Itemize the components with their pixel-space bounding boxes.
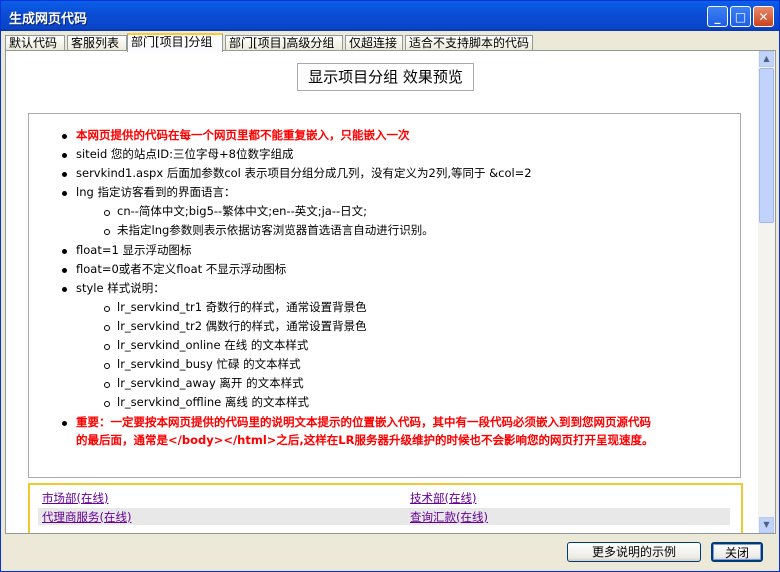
group-link-market[interactable]: 市场部(在线) bbox=[42, 490, 108, 506]
department-group-preview: 市场部(在线) 技术部(在线) 代理商服务(在线) 查询汇款(在线) bbox=[28, 483, 743, 533]
tab-service-list[interactable]: 客服列表 bbox=[67, 35, 127, 51]
bullet-icon bbox=[62, 421, 67, 426]
instruction-subline: lr_servkind_tr1 奇数行的样式，通常设置背景色 bbox=[117, 300, 367, 314]
maximize-button[interactable]: □ bbox=[730, 6, 751, 27]
sub-bullet-icon bbox=[104, 363, 110, 369]
important-line: 重要：一定要按本网页提供的代码里的说明文本提示的位置嵌入代码，其中有一段代码必须… bbox=[76, 415, 651, 429]
group-link-agent-service[interactable]: 代理商服务(在线) bbox=[42, 509, 131, 525]
tab-no-script-code[interactable]: 适合不支持脚本的代码 bbox=[405, 35, 533, 51]
instruction-line: 本网页提供的代码在每一个网页里都不能重复嵌入，只能嵌入一次 bbox=[76, 128, 410, 142]
bullet-icon bbox=[62, 134, 67, 139]
tab-panel: 显示项目分组 效果预览 本网页提供的代码在每一个网页里都不能重复嵌入，只能嵌入一… bbox=[5, 50, 776, 534]
more-examples-button[interactable]: 更多说明的示例 bbox=[567, 542, 701, 562]
instruction-subline: lr_servkind_busy 忙碌 的文本样式 bbox=[117, 357, 301, 371]
maximize-icon: □ bbox=[734, 9, 747, 24]
tab-links-only[interactable]: 仅超连接 bbox=[345, 35, 403, 51]
minimize-button[interactable]: _ bbox=[707, 6, 728, 27]
tab-department-group[interactable]: 部门[项目]分组 bbox=[127, 33, 223, 52]
bullet-icon bbox=[62, 287, 67, 292]
scroll-down-icon[interactable]: ▼ bbox=[759, 517, 774, 533]
instruction-line: lng 指定访客看到的界面语言： bbox=[76, 185, 236, 199]
instruction-subline: lr_servkind_tr2 偶数行的样式，通常设置背景色 bbox=[117, 319, 367, 333]
sub-bullet-icon bbox=[104, 210, 110, 216]
bullet-icon bbox=[62, 172, 67, 177]
bullet-icon bbox=[62, 153, 67, 158]
instruction-subline: lr_servkind_offline 离线 的文本样式 bbox=[117, 395, 309, 409]
vertical-scrollbar[interactable]: ▲ ▼ bbox=[758, 51, 775, 533]
group-link-tech[interactable]: 技术部(在线) bbox=[410, 490, 476, 506]
window-title: 生成网页代码 bbox=[9, 12, 88, 27]
instruction-line: float=1 显示浮动图标 bbox=[76, 243, 192, 257]
minimize-icon: _ bbox=[714, 9, 721, 24]
bullet-icon bbox=[62, 268, 67, 273]
close-window-button[interactable]: ✕ bbox=[753, 6, 774, 27]
dialog-window: 生成网页代码 _ □ ✕ 默认代码 客服列表 部门[项目]分组 部门[项目]高级… bbox=[0, 0, 780, 572]
scroll-up-icon[interactable]: ▲ bbox=[759, 51, 774, 67]
bullet-icon bbox=[62, 191, 67, 196]
tab-default-code[interactable]: 默认代码 bbox=[5, 35, 65, 51]
sub-bullet-icon bbox=[104, 325, 110, 331]
instructions-box: 本网页提供的代码在每一个网页里都不能重复嵌入，只能嵌入一次 siteid 您的站… bbox=[28, 113, 741, 478]
sub-bullet-icon bbox=[104, 401, 110, 407]
preview-content: 显示项目分组 效果预览 本网页提供的代码在每一个网页里都不能重复嵌入，只能嵌入一… bbox=[6, 51, 758, 533]
close-button[interactable]: 关闭 bbox=[711, 542, 763, 562]
sub-bullet-icon bbox=[104, 229, 110, 235]
scroll-thumb[interactable] bbox=[759, 68, 774, 223]
instruction-subline: lr_servkind_online 在线 的文本样式 bbox=[117, 338, 309, 352]
sub-bullet-icon bbox=[104, 306, 110, 312]
preview-title: 显示项目分组 效果预览 bbox=[297, 63, 474, 91]
instruction-line: servkind1.aspx 后面加参数col 表示项目分组分成几列，没有定义为… bbox=[76, 166, 532, 180]
sub-bullet-icon bbox=[104, 382, 110, 388]
instruction-line: float=0或者不定义float 不显示浮动图标 bbox=[76, 262, 287, 276]
close-icon: ✕ bbox=[758, 9, 769, 24]
group-row-even bbox=[38, 508, 730, 525]
instruction-subline: 未指定lng参数则表示依据访客浏览器首选语言自动进行识别。 bbox=[117, 223, 434, 237]
instruction-line: style 样式说明： bbox=[76, 281, 165, 295]
instruction-subline: cn--简体中文;big5--繁体中文;en--英文;ja--日文; bbox=[117, 204, 368, 218]
title-bar[interactable]: 生成网页代码 _ □ ✕ bbox=[1, 1, 779, 31]
instruction-subline: lr_servkind_away 离开 的文本样式 bbox=[117, 376, 304, 390]
instruction-line: siteid 您的站点ID:三位字母+8位数字组成 bbox=[76, 147, 294, 161]
important-line: 的最后面，通常是</body></html>之后,这样在LR服务器升级维护的时候… bbox=[76, 433, 654, 447]
tab-department-advanced-group[interactable]: 部门[项目]高级分组 bbox=[225, 35, 343, 51]
group-link-remittance-query[interactable]: 查询汇款(在线) bbox=[410, 509, 488, 525]
bullet-icon bbox=[62, 249, 67, 254]
sub-bullet-icon bbox=[104, 344, 110, 350]
